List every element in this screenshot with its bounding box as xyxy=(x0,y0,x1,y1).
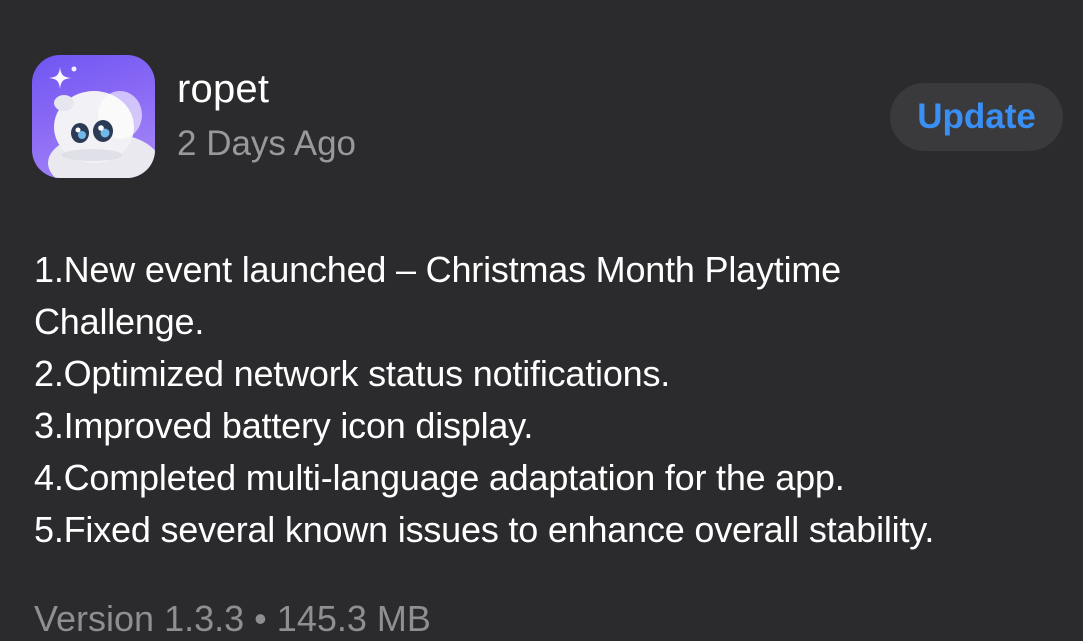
release-note-line: 3.Improved battery icon display. xyxy=(34,405,534,446)
release-note-line: Challenge. xyxy=(34,301,205,342)
release-note-line: 2.Optimized network status notifications… xyxy=(34,353,671,394)
app-name: ropet xyxy=(177,67,270,111)
app-update-date: 2 Days Ago xyxy=(177,124,356,163)
version-info: Version 1.3.3 • 145.3 MB xyxy=(34,597,431,641)
version-separator: • xyxy=(254,598,267,639)
release-note-line: 4.Completed multi-language adaptation fo… xyxy=(34,457,845,498)
ropet-mascot-icon xyxy=(48,66,155,178)
app-icon[interactable] xyxy=(32,55,155,178)
update-button[interactable]: Update xyxy=(890,83,1063,151)
app-update-row: ropet 2 Days Ago Update xyxy=(32,55,1063,179)
release-notes: 1.New event launched – Christmas Month P… xyxy=(34,244,1074,556)
release-note-line: 1.New event launched – Christmas Month P… xyxy=(34,249,841,290)
version-label: Version 1.3.3 xyxy=(34,598,245,639)
release-note-line: 5.Fixed several known issues to enhance … xyxy=(34,509,935,550)
app-size: 145.3 MB xyxy=(276,598,431,639)
